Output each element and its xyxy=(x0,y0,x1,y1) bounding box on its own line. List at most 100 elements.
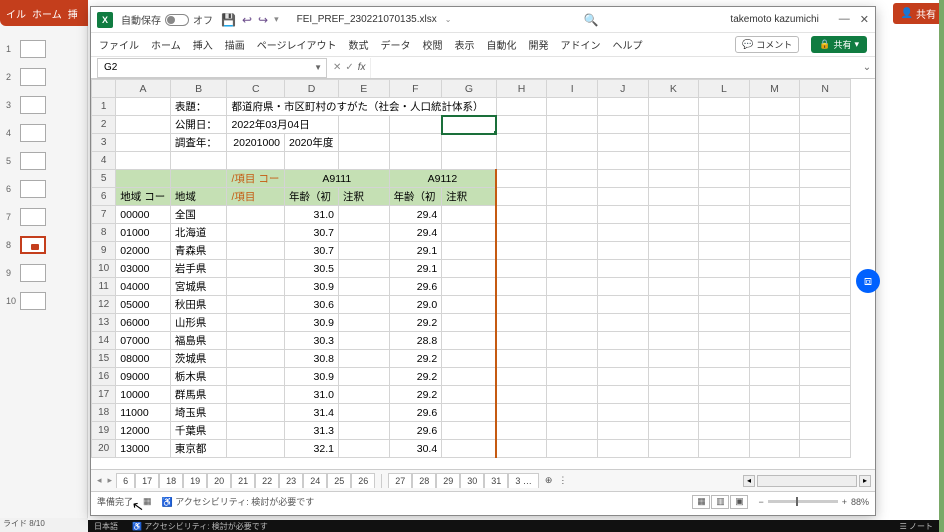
col-header[interactable]: F xyxy=(389,80,442,98)
row-header[interactable]: 9 xyxy=(92,242,116,260)
slide-thumb[interactable]: 7 xyxy=(6,208,82,226)
slide-thumb[interactable]: 2 xyxy=(6,68,82,86)
search-icon[interactable]: 🔍 xyxy=(583,13,598,27)
table-row[interactable]: 1508000茨城県30.829.2 xyxy=(92,350,851,368)
row-header[interactable]: 6 xyxy=(92,188,116,206)
ppt-tab[interactable]: ホーム xyxy=(32,6,62,21)
outer-scrollbar[interactable] xyxy=(939,0,944,532)
row-header[interactable]: 8 xyxy=(92,224,116,242)
col-header[interactable]: K xyxy=(648,80,699,98)
row-header[interactable]: 17 xyxy=(92,386,116,404)
cancel-icon[interactable]: ✕ xyxy=(333,62,341,73)
sheet-tab[interactable]: 29 xyxy=(436,473,460,488)
table-row[interactable]: 700000全国31.029.4 xyxy=(92,206,851,224)
sheet-nav-next[interactable]: ▸ xyxy=(106,475,115,486)
save-icon[interactable]: 💾 xyxy=(221,13,236,27)
row-header[interactable]: 16 xyxy=(92,368,116,386)
slide-thumb[interactable]: 1 xyxy=(6,40,82,58)
row-header[interactable]: 7 xyxy=(92,206,116,224)
row-header[interactable]: 20 xyxy=(92,440,116,458)
menu-file[interactable]: ファイル xyxy=(99,37,139,52)
slide-thumb[interactable]: 10 xyxy=(6,292,82,310)
autosave[interactable]: 自動保存 オフ xyxy=(121,12,213,27)
view-layout-icon[interactable]: ▥ xyxy=(711,495,729,509)
sheet-tab[interactable]: 3 … xyxy=(508,473,539,488)
col-header[interactable]: D xyxy=(285,80,339,98)
row-header[interactable]: 14 xyxy=(92,332,116,350)
sheet-tab[interactable]: 18 xyxy=(159,473,183,488)
table-row[interactable]: 2013000東京都32.130.4 xyxy=(92,440,851,458)
user-name[interactable]: takemoto kazumichi xyxy=(730,14,818,25)
table-row[interactable]: 801000北海道30.729.4 xyxy=(92,224,851,242)
table-row[interactable]: 1003000岩手県30.529.1 xyxy=(92,260,851,278)
col-header[interactable]: E xyxy=(338,80,389,98)
menu-draw[interactable]: 描画 xyxy=(225,37,245,52)
sheet-tab[interactable]: 26 xyxy=(351,473,375,488)
name-box[interactable]: G2 ▼ xyxy=(97,58,327,78)
slide-thumb[interactable]: 8 xyxy=(6,236,82,254)
col-header[interactable]: M xyxy=(749,80,800,98)
row-header[interactable]: 4 xyxy=(92,152,116,170)
sheet-tab[interactable]: 6 xyxy=(116,473,135,488)
sheet-tab[interactable]: 31 xyxy=(484,473,508,488)
comment-button[interactable]: 💬 コメント xyxy=(735,36,799,53)
menu-addin[interactable]: アドイン xyxy=(561,37,601,52)
active-cell[interactable] xyxy=(442,116,497,134)
col-header[interactable]: A xyxy=(116,80,171,98)
row-header[interactable]: 18 xyxy=(92,404,116,422)
table-row[interactable]: 1205000秋田県30.629.0 xyxy=(92,296,851,314)
share-button[interactable]: 🔒 共有 ▾ xyxy=(811,36,867,53)
close-icon[interactable]: ✕ xyxy=(860,13,869,26)
menu-data[interactable]: データ xyxy=(381,37,411,52)
sheet-tab[interactable]: 28 xyxy=(412,473,436,488)
row-header[interactable]: 11 xyxy=(92,278,116,296)
filename[interactable]: FEI_PREF_230221070135.xlsx xyxy=(297,14,437,25)
zoom-control[interactable]: − + 88% xyxy=(758,497,869,507)
menu-insert[interactable]: 挿入 xyxy=(193,37,213,52)
zoom-out-icon[interactable]: − xyxy=(758,497,763,507)
sheet-tab[interactable]: 20 xyxy=(207,473,231,488)
menu-formulas[interactable]: 数式 xyxy=(349,37,369,52)
sheet-tab[interactable]: 27 xyxy=(388,473,412,488)
zoom-percent[interactable]: 88% xyxy=(851,497,869,507)
sheet-tab[interactable]: 30 xyxy=(460,473,484,488)
menu-automate[interactable]: 自動化 xyxy=(487,37,517,52)
table-row[interactable]: 1407000福島県30.328.8 xyxy=(92,332,851,350)
col-header[interactable]: L xyxy=(699,80,750,98)
col-header[interactable]: B xyxy=(170,80,227,98)
menu-developer[interactable]: 開発 xyxy=(529,37,549,52)
menu-review[interactable]: 校閲 xyxy=(423,37,443,52)
formula-expand-icon[interactable]: ⌄ xyxy=(859,62,875,73)
row-header[interactable]: 19 xyxy=(92,422,116,440)
status-accessibility[interactable]: ♿ アクセシビリティ: 検討が必要です xyxy=(162,495,315,508)
add-sheet-button[interactable]: ⊕ xyxy=(541,475,557,486)
slide-thumb[interactable]: 9 xyxy=(6,264,82,282)
row-header[interactable]: 2 xyxy=(92,116,116,134)
menu-view[interactable]: 表示 xyxy=(455,37,475,52)
sheet-nav-prev[interactable]: ◂ xyxy=(95,475,104,486)
row-header[interactable]: 12 xyxy=(92,296,116,314)
spreadsheet-grid[interactable]: ABCDEFGHIJKLMN1表題：都道府県・市区町村のすがた（社会・人口統計体… xyxy=(91,79,875,469)
row-header[interactable]: 3 xyxy=(92,134,116,152)
outer-notes[interactable]: ☰ ノート xyxy=(900,521,933,532)
sheet-more[interactable]: ⋮ xyxy=(558,475,567,486)
row-header[interactable]: 10 xyxy=(92,260,116,278)
row-header[interactable]: 15 xyxy=(92,350,116,368)
sheet-tab[interactable]: 24 xyxy=(303,473,327,488)
menu-help[interactable]: ヘルプ xyxy=(613,37,643,52)
row-header[interactable]: 5 xyxy=(92,170,116,188)
slide-thumb[interactable]: 3 xyxy=(6,96,82,114)
slide-thumb[interactable]: 6 xyxy=(6,180,82,198)
name-box-dropdown-icon[interactable]: ▼ xyxy=(314,63,322,72)
autosave-toggle[interactable] xyxy=(165,14,189,26)
slide-thumb[interactable]: 5 xyxy=(6,152,82,170)
col-header[interactable]: H xyxy=(496,80,547,98)
table-row[interactable]: 1609000栃木県30.929.2 xyxy=(92,368,851,386)
dropbox-icon[interactable]: ⧈ xyxy=(856,269,880,293)
minimize-icon[interactable]: — xyxy=(839,13,850,26)
enter-icon[interactable]: ✓ xyxy=(345,62,353,73)
col-header[interactable]: G xyxy=(442,80,497,98)
row-header[interactable]: 1 xyxy=(92,98,116,116)
hscroll-track[interactable] xyxy=(757,475,857,487)
hscroll-left[interactable]: ◂ xyxy=(743,475,755,487)
